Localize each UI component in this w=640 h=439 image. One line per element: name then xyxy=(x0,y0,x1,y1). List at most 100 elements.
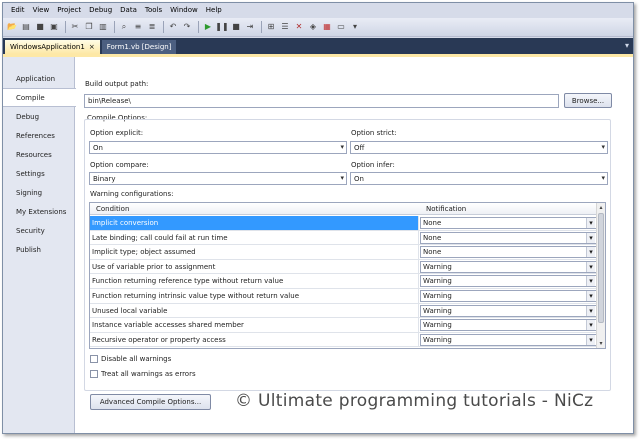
chevron-down-icon[interactable]: ▾ xyxy=(586,291,595,301)
chevron-down-icon[interactable]: ▾ xyxy=(586,261,595,272)
start-debug-icon[interactable]: ▶ xyxy=(202,21,214,33)
save-all-icon[interactable]: ▣ xyxy=(48,21,60,33)
notification-select[interactable]: Warning ▾ xyxy=(420,319,597,332)
warning-condition[interactable]: Use of variable prior to assignment xyxy=(90,259,419,274)
chevron-down-icon[interactable]: ▾ xyxy=(586,305,595,316)
option-infer-select[interactable]: On ▾ xyxy=(350,172,608,185)
menu-debug[interactable]: Debug xyxy=(85,6,116,14)
table-row[interactable]: Implicit type; object assumed None ▾ xyxy=(90,245,597,260)
close-icon[interactable]: × xyxy=(89,43,95,51)
side-tab-resources[interactable]: Resources xyxy=(3,145,74,164)
menu-data[interactable]: Data xyxy=(116,6,141,14)
comment-icon[interactable]: ≡ xyxy=(132,21,144,33)
open-icon[interactable]: 📂 xyxy=(6,21,18,33)
redo-icon[interactable]: ↷ xyxy=(181,21,193,33)
scroll-up-icon[interactable]: ▴ xyxy=(597,203,605,212)
side-tab-publish[interactable]: Publish xyxy=(3,240,74,259)
pause-icon[interactable]: ❚❚ xyxy=(215,21,228,33)
browse-button[interactable]: Browse... xyxy=(564,93,612,108)
advanced-compile-options-button[interactable]: Advanced Compile Options... xyxy=(90,394,211,410)
cut-icon[interactable]: ✂ xyxy=(69,21,81,33)
save-icon[interactable]: ■ xyxy=(34,21,46,33)
table-row[interactable]: Function returning intrinsic value type … xyxy=(90,289,597,304)
side-tab-security[interactable]: Security xyxy=(3,221,74,240)
find-icon[interactable]: ⌕ xyxy=(118,21,130,33)
column-header-notification[interactable]: Notification xyxy=(420,203,597,215)
build-output-path-field[interactable]: bin\Release\ xyxy=(84,94,559,108)
menu-window[interactable]: Window xyxy=(166,6,202,14)
chevron-down-icon[interactable]: ▾ xyxy=(586,218,595,228)
notification-select[interactable]: Warning ▾ xyxy=(420,275,597,288)
table-row[interactable]: Function returning reference type withou… xyxy=(90,274,597,289)
grid-scrollbar[interactable]: ▴ ▾ xyxy=(596,203,605,348)
warning-condition[interactable]: Implicit type; object assumed xyxy=(90,245,419,260)
notification-select[interactable]: None ▾ xyxy=(420,246,597,259)
window-icon[interactable]: ▭ xyxy=(335,21,347,33)
toolbar-separator xyxy=(114,21,115,33)
new-item-icon[interactable]: ▤ xyxy=(20,21,32,33)
object-browser-icon[interactable]: ◈ xyxy=(307,21,319,33)
table-row[interactable]: Unused local variable Warning ▾ xyxy=(90,303,597,319)
chevron-down-icon[interactable]: ▾ xyxy=(349,21,361,33)
doc-tab-form-designer[interactable]: Form1.vb [Design] xyxy=(101,40,177,54)
table-row[interactable]: Instance variable accesses shared member… xyxy=(90,318,597,333)
chevron-down-icon[interactable]: ▾ xyxy=(586,276,595,287)
option-explicit-select[interactable]: On ▾ xyxy=(89,141,347,154)
notification-select[interactable]: Warning ▾ xyxy=(420,290,597,302)
side-tab-settings[interactable]: Settings xyxy=(3,164,74,183)
project-designer: Application Compile Debug References Res… xyxy=(3,54,633,433)
copy-icon[interactable]: ❐ xyxy=(83,21,95,33)
chevron-down-icon: ▾ xyxy=(340,174,344,182)
side-tab-signing[interactable]: Signing xyxy=(3,183,74,202)
side-tab-compile[interactable]: Compile xyxy=(3,88,76,107)
disable-all-warnings-checkbox[interactable] xyxy=(90,355,98,363)
scroll-down-icon[interactable]: ▾ xyxy=(597,339,605,348)
chevron-down-icon[interactable]: ▾ xyxy=(586,320,595,331)
toolbar-separator xyxy=(163,21,164,33)
paste-icon[interactable]: ▥ xyxy=(97,21,109,33)
chevron-down-icon[interactable]: ▾ xyxy=(586,334,595,345)
warning-condition[interactable]: Implicit conversion xyxy=(90,216,419,230)
treat-warnings-as-errors-checkbox[interactable] xyxy=(90,370,98,378)
table-row[interactable]: Late binding; call could fail at run tim… xyxy=(90,230,597,246)
notification-select[interactable]: None ▾ xyxy=(420,231,597,244)
warning-condition[interactable]: Late binding; call could fail at run tim… xyxy=(90,230,419,245)
step-icon[interactable]: ⇥ xyxy=(244,21,256,33)
warning-condition[interactable]: Recursive operator or property access xyxy=(90,332,419,347)
table-row[interactable]: Implicit conversion None ▾ xyxy=(90,216,597,231)
side-tab-references[interactable]: References xyxy=(3,126,74,145)
notification-select[interactable]: None ▾ xyxy=(420,217,597,229)
start-page-icon[interactable]: ▦ xyxy=(321,21,333,33)
warning-condition[interactable]: Function returning intrinsic value type … xyxy=(90,289,419,303)
stop-icon[interactable]: ■ xyxy=(230,21,242,33)
menu-edit[interactable]: Edit xyxy=(7,6,29,14)
chevron-down-icon[interactable]: ▾ xyxy=(625,41,629,50)
menu-view[interactable]: View xyxy=(29,6,54,14)
column-header-condition[interactable]: Condition xyxy=(90,203,419,215)
side-tab-my-extensions[interactable]: My Extensions xyxy=(3,202,74,221)
menu-help[interactable]: Help xyxy=(202,6,226,14)
side-tab-application[interactable]: Application xyxy=(3,69,74,88)
solution-explorer-icon[interactable]: ⊞ xyxy=(265,21,277,33)
side-tab-debug[interactable]: Debug xyxy=(3,107,74,126)
warning-condition[interactable]: Function returning reference type withou… xyxy=(90,274,419,289)
menu-project[interactable]: Project xyxy=(53,6,85,14)
notification-select[interactable]: Warning ▾ xyxy=(420,304,597,317)
warning-condition[interactable]: Instance variable accesses shared member xyxy=(90,318,419,333)
notification-select[interactable]: Warning ▾ xyxy=(420,260,597,273)
undo-icon[interactable]: ↶ xyxy=(167,21,179,33)
chevron-down-icon[interactable]: ▾ xyxy=(586,247,595,258)
properties-icon[interactable]: ☰ xyxy=(279,21,291,33)
toolbox-icon[interactable]: ✕ xyxy=(293,21,305,33)
doc-tab-project[interactable]: WindowsApplication1 × xyxy=(5,40,100,54)
menu-tools[interactable]: Tools xyxy=(141,6,166,14)
table-row[interactable]: Use of variable prior to assignment Warni… xyxy=(90,259,597,275)
table-row[interactable]: Recursive operator or property access War… xyxy=(90,332,597,348)
warning-condition[interactable]: Unused local variable xyxy=(90,303,419,318)
chevron-down-icon[interactable]: ▾ xyxy=(586,232,595,243)
scroll-thumb[interactable] xyxy=(598,213,604,323)
option-strict-select[interactable]: Off ▾ xyxy=(350,141,608,154)
option-compare-select[interactable]: Binary ▾ xyxy=(89,172,347,185)
notification-select[interactable]: Warning ▾ xyxy=(420,333,597,346)
uncomment-icon[interactable]: ≣ xyxy=(146,21,158,33)
